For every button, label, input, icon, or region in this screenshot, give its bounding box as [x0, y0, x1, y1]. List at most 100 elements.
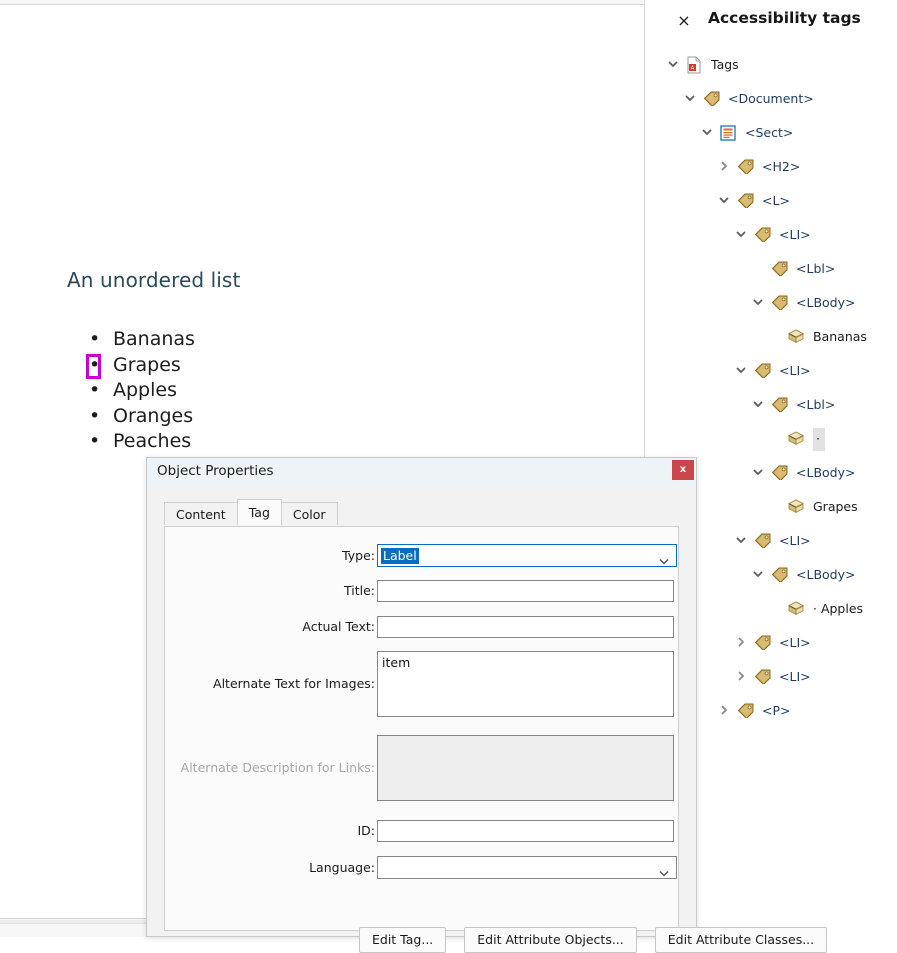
document-list-item[interactable]: • Oranges	[88, 404, 195, 430]
tag-icon	[770, 260, 790, 278]
tree-item-document[interactable]: <Document>	[656, 82, 897, 116]
tree-item-li[interactable]: <LI>	[656, 218, 897, 252]
chevron-down-icon[interactable]	[751, 465, 767, 481]
twisty-placeholder	[768, 601, 784, 617]
tree-item-bananas[interactable]: Bananas	[656, 320, 897, 354]
twisty-placeholder	[768, 431, 784, 447]
tab-content[interactable]: Content	[164, 502, 238, 525]
list-item-text: Peaches	[113, 430, 191, 452]
button-edit-attribute-objects[interactable]: Edit Attribute Objects...	[464, 927, 637, 953]
chevron-right-icon[interactable]	[717, 703, 733, 719]
tag-tab-panel: Type: Label Title: Actual Text: Alternat…	[164, 526, 679, 931]
document-bulleted-list: •Bananas•Grapes•Apples• Oranges•Peaches	[88, 327, 195, 455]
tag-icon	[736, 702, 756, 720]
chevron-down-icon	[659, 864, 669, 871]
dialog-button-row: Edit Tag... Edit Attribute Objects... Edit…	[359, 927, 827, 953]
tree-item-label: <Lbl>	[796, 397, 835, 412]
tree-item-label-wrap: <LBody>	[796, 294, 855, 312]
tree-item-label-wrap: ·	[813, 428, 825, 451]
tab-color[interactable]: Color	[281, 502, 338, 525]
close-icon[interactable]: ×	[674, 11, 694, 31]
title-input[interactable]	[377, 580, 674, 602]
tree-item-label-wrap: <Sect>	[745, 124, 793, 142]
tree-item-label: <LI>	[779, 635, 811, 650]
tag-icon	[770, 464, 790, 482]
dialog-close-button[interactable]: x	[672, 460, 694, 480]
type-select[interactable]: Label	[377, 544, 677, 567]
tree-item-label-wrap: <LI>	[779, 226, 811, 244]
tree-item-label: <L>	[762, 193, 790, 208]
chevron-down-icon[interactable]	[751, 397, 767, 413]
twisty-placeholder	[768, 499, 784, 515]
document-list-item[interactable]: •Apples	[88, 378, 195, 404]
list-item-text: Oranges	[113, 405, 193, 427]
document-heading: An unordered list	[67, 268, 240, 292]
svg-text:A: A	[691, 66, 695, 72]
content-box-icon	[787, 600, 807, 618]
button-edit-tag[interactable]: Edit Tag...	[359, 927, 446, 953]
tag-icon	[753, 532, 773, 550]
document-list-item[interactable]: •Peaches	[88, 429, 195, 455]
tag-icon	[770, 566, 790, 584]
content-box-icon	[787, 498, 807, 516]
chevron-down-icon[interactable]	[700, 125, 716, 141]
chevron-down-icon[interactable]	[717, 193, 733, 209]
button-edit-attribute-classes[interactable]: Edit Attribute Classes...	[655, 927, 827, 953]
chevron-down-icon[interactable]	[751, 295, 767, 311]
pdf-file-icon: A	[685, 56, 705, 74]
actual-text-input[interactable]	[377, 616, 674, 638]
tree-item-h2[interactable]: <H2>	[656, 150, 897, 184]
tree-item-sect[interactable]: <Sect>	[656, 116, 897, 150]
chevron-down-icon[interactable]	[751, 567, 767, 583]
tree-item-l[interactable]: <L>	[656, 184, 897, 218]
tree-item-lbody[interactable]: <LBody>	[656, 286, 897, 320]
tag-icon	[736, 192, 756, 210]
list-item-text: Bananas	[113, 328, 195, 350]
tree-item-[interactable]: ·	[656, 422, 897, 456]
accessibility-tags-header: × Accessibility tags	[656, 0, 897, 42]
type-select-value: Label	[381, 548, 419, 564]
list-bullet-icon: •	[89, 404, 100, 430]
tree-item-label-wrap: <LI>	[779, 362, 811, 380]
chevron-down-icon[interactable]	[734, 363, 750, 379]
language-select[interactable]	[377, 856, 677, 879]
tree-item-label: <LI>	[779, 533, 811, 548]
chevron-right-icon[interactable]	[734, 635, 750, 651]
document-list-item[interactable]: •Grapes	[88, 353, 195, 379]
tree-item-label-wrap: <H2>	[762, 158, 800, 176]
chevron-down-icon[interactable]	[683, 91, 699, 107]
tree-item-label: <P>	[762, 703, 791, 718]
tree-item-li[interactable]: <LI>	[656, 354, 897, 388]
id-label: ID:	[357, 823, 375, 838]
tree-item-label-wrap: <P>	[762, 702, 791, 720]
chevron-down-icon[interactable]	[734, 227, 750, 243]
twisty-placeholder	[768, 329, 784, 345]
dialog-titlebar[interactable]: Object Properties x	[147, 458, 696, 486]
tree-item-label-wrap: <LBody>	[796, 464, 855, 482]
alt-desc-label: Alternate Description for Links:	[181, 760, 375, 775]
tab-tag[interactable]: Tag	[237, 499, 282, 525]
tree-item-lbl[interactable]: <Lbl>	[656, 252, 897, 286]
actual-text-label: Actual Text:	[302, 619, 375, 634]
alt-text-textarea[interactable]: item	[377, 651, 674, 717]
tree-item-label-wrap: <Lbl>	[796, 260, 835, 278]
list-item-text: Apples	[113, 379, 177, 401]
tree-item-label: Bananas	[813, 329, 867, 344]
document-list-item[interactable]: •Bananas	[88, 327, 195, 353]
tree-item-label: <Lbl>	[796, 261, 835, 276]
chevron-down-icon[interactable]	[666, 57, 682, 73]
tree-item-label: <Sect>	[745, 125, 793, 140]
chevron-down-icon[interactable]	[734, 533, 750, 549]
chevron-right-icon[interactable]	[717, 159, 733, 175]
id-input[interactable]	[377, 820, 674, 842]
tree-item-tags[interactable]: ATags	[656, 48, 897, 82]
tree-item-label-wrap: <Document>	[728, 90, 814, 108]
tree-item-lbl[interactable]: <Lbl>	[656, 388, 897, 422]
tree-item-label: · Apples	[813, 601, 863, 616]
section-icon	[719, 124, 739, 142]
tree-item-label-wrap: · Apples	[813, 600, 863, 618]
alt-desc-textarea	[377, 735, 674, 801]
chevron-right-icon[interactable]	[734, 669, 750, 685]
selected-element-highlight	[86, 354, 101, 379]
alt-text-label: Alternate Text for Images:	[213, 676, 375, 691]
